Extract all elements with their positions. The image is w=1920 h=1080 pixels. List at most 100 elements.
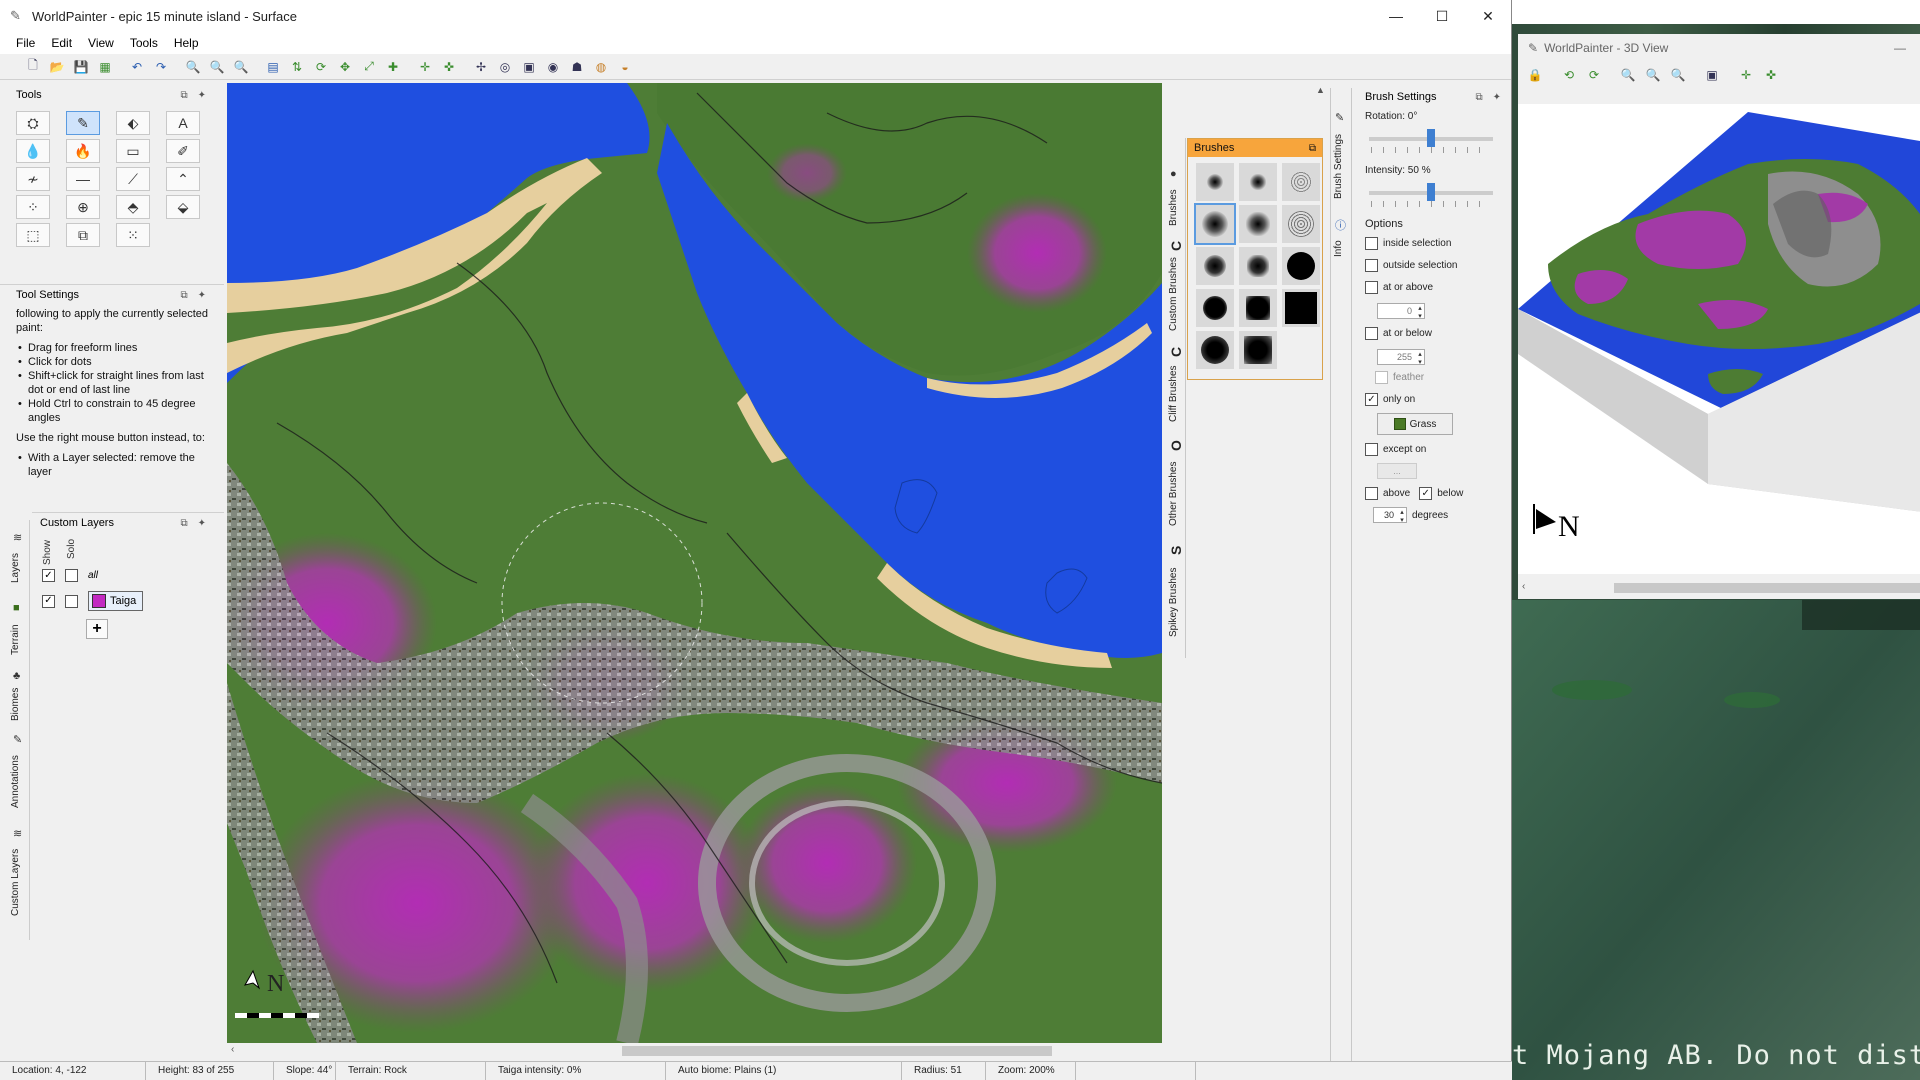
tool-spray-icon[interactable]: ⁘ <box>16 195 50 219</box>
tool-pencil-icon[interactable]: ✎ <box>66 111 100 135</box>
above-degrees-checkbox[interactable] <box>1365 487 1378 500</box>
move-to-spawn-icon[interactable]: ✛ <box>414 56 436 78</box>
tab-annotations[interactable]: Annotations <box>10 746 28 818</box>
brush-soft-circle[interactable] <box>1196 163 1234 201</box>
except-on-checkbox[interactable] <box>1365 443 1378 456</box>
tab-custom-layers[interactable]: Custom Layers <box>10 842 28 922</box>
except-on-select-button[interactable]: ... <box>1377 463 1417 479</box>
zoom-in-3d-icon[interactable]: 🔍 <box>1667 64 1689 86</box>
at-or-above-spinner[interactable]: 0 <box>1377 303 1425 320</box>
menu-help[interactable]: Help <box>166 36 207 50</box>
crosshair-icon[interactable]: ✢ <box>470 56 492 78</box>
tool-smooth-icon[interactable]: ≁ <box>16 167 50 191</box>
solo-all-checkbox[interactable] <box>65 569 78 582</box>
menu-view[interactable]: View <box>80 36 122 50</box>
tool-slope-icon[interactable]: ⟋ <box>116 167 150 191</box>
inside-selection-checkbox[interactable] <box>1365 237 1378 250</box>
zoom-in-icon[interactable]: 🔍 <box>230 56 252 78</box>
tool-fill-icon[interactable]: ⬖ <box>116 111 150 135</box>
intensity-slider-knob[interactable] <box>1427 183 1435 201</box>
tab-layers[interactable]: Layers <box>10 548 28 588</box>
tool-ramp-icon[interactable]: ⌃ <box>166 167 200 191</box>
tab-brushes[interactable]: Brushes <box>1168 182 1186 234</box>
edit-tile-icon[interactable]: ✚ <box>382 56 404 78</box>
tool-copy-selection-icon[interactable]: ⧉ <box>66 223 100 247</box>
brush-noise-large[interactable] <box>1282 205 1320 243</box>
float-panel-icon[interactable]: ⧉ <box>1475 92 1482 103</box>
rotate-left-icon[interactable]: ⟲ <box>1558 64 1580 86</box>
show-all-checkbox[interactable]: ✓ <box>42 569 55 582</box>
brush-linear-circle[interactable] <box>1196 247 1234 285</box>
save-world-icon[interactable]: 💾 <box>70 56 92 78</box>
tab-brush-settings[interactable]: Brush Settings <box>1333 128 1351 204</box>
feather-checkbox[interactable] <box>1375 371 1388 384</box>
maximize-button[interactable]: ☐ <box>1419 0 1465 32</box>
new-world-icon[interactable]: 🗋 <box>22 56 44 78</box>
tool-clear-selection-icon[interactable]: ⁙ <box>116 223 150 247</box>
export-image-icon[interactable]: 🔒 <box>1524 64 1546 86</box>
zoom-reset-3d-icon[interactable]: 🔍 <box>1642 64 1664 86</box>
move-to-origin-icon[interactable]: ✜ <box>438 56 460 78</box>
rotate-right-icon[interactable]: ⟳ <box>1583 64 1605 86</box>
pin-panel-icon[interactable]: ✦ <box>198 518 206 529</box>
at-or-above-checkbox[interactable] <box>1365 281 1378 294</box>
tool-global-icon[interactable]: ⊕ <box>66 195 100 219</box>
tab-other-brushes[interactable]: Other Brushes <box>1168 454 1186 534</box>
pin-panel-icon[interactable]: ✦ <box>198 90 206 101</box>
players-icon[interactable]: ☗ <box>566 56 588 78</box>
tool-water-icon[interactable]: 💧 <box>16 139 50 163</box>
brush-noise[interactable] <box>1282 163 1320 201</box>
taiga-layer-button[interactable]: Taiga <box>88 591 144 611</box>
scrollbar-thumb[interactable] <box>622 1046 1052 1056</box>
zoom-out-3d-icon[interactable]: 🔍 <box>1617 64 1639 86</box>
world-map-canvas[interactable]: N <box>227 83 1162 1043</box>
3d-render-view[interactable]: N <box>1518 104 1920 574</box>
menu-edit[interactable]: Edit <box>43 36 80 50</box>
brush-dome-square[interactable] <box>1239 331 1277 369</box>
float-panel-icon[interactable]: ⧉ <box>180 290 187 301</box>
brush-soft-square[interactable] <box>1239 163 1277 201</box>
outside-selection-checkbox[interactable] <box>1365 259 1378 272</box>
add-layer-button[interactable]: + <box>86 619 108 639</box>
brush-sharp-square[interactable] <box>1239 289 1277 327</box>
brush-dome-circle[interactable] <box>1196 331 1234 369</box>
light-icon[interactable]: ◒ <box>614 56 636 78</box>
minimize-button[interactable]: — <box>1373 0 1419 32</box>
rotation-slider[interactable] <box>1369 129 1493 147</box>
shift-world-icon[interactable]: ✥ <box>334 56 356 78</box>
tab-cliff-brushes[interactable]: Cliff Brushes <box>1168 360 1186 428</box>
tab-spikey-brushes[interactable]: Spikey Brushes <box>1168 558 1186 646</box>
move-to-spawn-3d-icon[interactable]: ✛ <box>1735 64 1757 86</box>
brush-hard-square[interactable] <box>1282 289 1320 327</box>
pin-panel-icon[interactable]: ✦ <box>1493 92 1501 103</box>
tab-custom-brushes[interactable]: Custom Brushes <box>1168 254 1186 334</box>
scroll-left-icon[interactable]: ‹ <box>231 1044 234 1055</box>
tool-select-icon[interactable]: ⬚ <box>16 223 50 247</box>
brush-sharp-circle[interactable] <box>1196 289 1234 327</box>
tool-lava-icon[interactable]: 🔥 <box>66 139 100 163</box>
show-taiga-checkbox[interactable]: ✓ <box>42 594 55 608</box>
at-or-below-spinner[interactable]: 255 <box>1377 349 1425 366</box>
3d-view-horizontal-scrollbar[interactable]: ‹ <box>1518 580 1920 596</box>
zoom-out-icon[interactable]: 🔍 <box>182 56 204 78</box>
layers-toggle-icon[interactable]: ▣ <box>1701 64 1723 86</box>
tool-sponge-icon[interactable]: ▭ <box>116 139 150 163</box>
zoom-reset-icon[interactable]: 🔍 <box>206 56 228 78</box>
close-button[interactable]: ✕ <box>1465 0 1511 32</box>
at-or-below-checkbox[interactable] <box>1365 327 1378 340</box>
scroll-up-icon[interactable]: ▲ <box>1316 85 1325 95</box>
scroll-left-icon[interactable]: ‹ <box>1522 581 1525 592</box>
rotate-world-icon[interactable]: ⟳ <box>310 56 332 78</box>
scrollbar-thumb[interactable] <box>1614 583 1920 593</box>
float-panel-icon[interactable]: ⧉ <box>180 518 187 529</box>
tool-flatten-icon[interactable]: — <box>66 167 100 191</box>
only-on-terrain-button[interactable]: Grass <box>1377 413 1453 435</box>
brush-constant-circle-selected[interactable] <box>1194 203 1236 245</box>
brush-linear-square[interactable] <box>1239 247 1277 285</box>
target-icon[interactable]: ◎ <box>494 56 516 78</box>
brush-constant-square[interactable] <box>1239 205 1277 243</box>
menu-tools[interactable]: Tools <box>122 36 166 50</box>
open-world-icon[interactable]: 📂 <box>46 56 68 78</box>
tab-biomes[interactable]: Biomes <box>10 684 28 724</box>
float-panel-icon[interactable]: ⧉ <box>180 90 187 101</box>
